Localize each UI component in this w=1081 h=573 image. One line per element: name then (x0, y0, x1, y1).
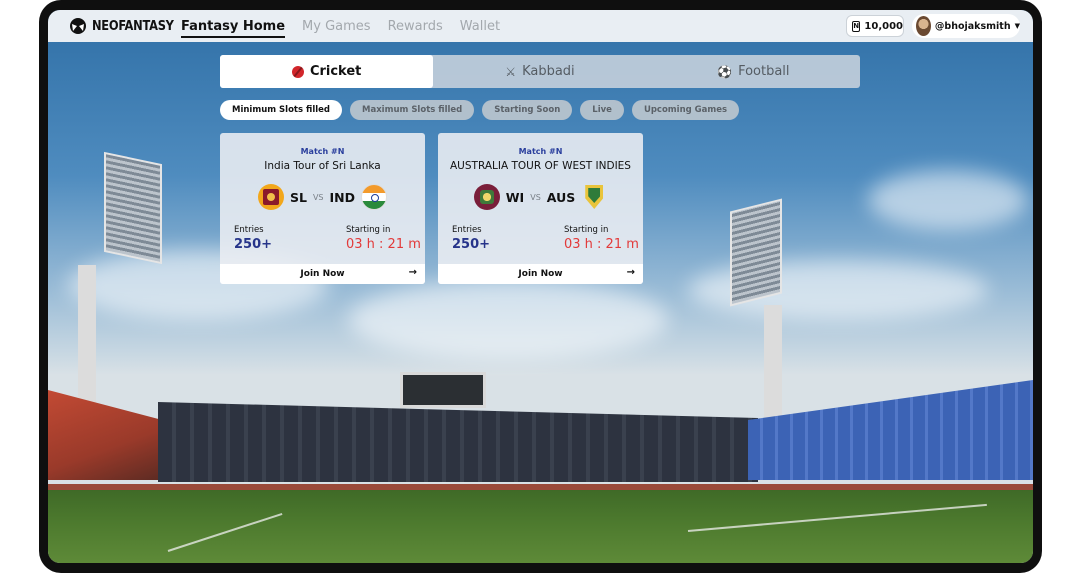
team2-code: IND (329, 189, 356, 205)
team2-code: AUS (546, 189, 576, 205)
match-number: Match #N (300, 147, 345, 156)
tab-kabbadi[interactable]: ⚔ Kabbadi (433, 55, 646, 88)
cricket-ball-icon (291, 65, 304, 78)
arrow-right-icon: → (408, 267, 417, 278)
starting-in-label: Starting in (564, 225, 609, 235)
filter-starting-soon[interactable]: Starting Soon (482, 100, 573, 120)
filter-chips: Minimum Slots filled Maximum Slots fille… (220, 100, 740, 120)
match-number: Match #N (518, 147, 563, 156)
floodlight-head (730, 198, 782, 307)
nav-my-games[interactable]: My Games (302, 19, 371, 34)
filter-upcoming-games[interactable]: Upcoming Games (631, 100, 740, 120)
sri-lanka-flag-icon (257, 184, 284, 210)
australia-shield-icon (581, 184, 607, 210)
entries-value: 250+ (452, 237, 491, 252)
india-flag-icon (361, 184, 388, 210)
avatar (916, 16, 931, 36)
join-now-label: Join Now (518, 269, 563, 279)
arrow-right-icon: → (626, 267, 635, 278)
scoreboard (400, 372, 486, 408)
tab-cricket[interactable]: Cricket (220, 55, 434, 88)
shield-shape (585, 185, 604, 209)
nav-rewards[interactable]: Rewards (388, 19, 443, 34)
countdown-timer: 03 h : 21 m (346, 237, 421, 252)
cloud (868, 170, 1028, 230)
top-navbar: NEOFANTASY Fantasy Home My Games Rewards… (48, 10, 1033, 42)
tab-football-label: Football (738, 64, 790, 79)
nav-wallet[interactable]: Wallet (460, 19, 500, 34)
user-menu[interactable]: @bhojaksmith ▼ (912, 14, 1020, 38)
floodlight-pole (78, 265, 96, 415)
match-title: AUSTRALIA TOUR OF WEST INDIES (450, 160, 631, 172)
kabaddi-player-icon: ⚔ (505, 64, 517, 79)
username: @bhojaksmith (934, 20, 1011, 32)
stand-right (748, 380, 1033, 480)
cloud (348, 280, 668, 360)
sport-tabs: Cricket ⚔ Kabbadi ⚽ Football (220, 55, 860, 88)
pitch-field (48, 490, 1033, 563)
match-title: India Tour of Sri Lanka (264, 160, 381, 172)
join-now-button[interactable]: Join Now → (220, 264, 425, 284)
tab-kabbadi-label: Kabbadi (522, 64, 575, 79)
countdown-timer: 03 h : 21 m (564, 237, 639, 252)
logo-mark-icon (70, 18, 86, 34)
chevron-down-icon: ▼ (1014, 22, 1020, 30)
tab-football[interactable]: ⚽ Football (647, 55, 860, 88)
starting-in-label: Starting in (346, 225, 391, 235)
football-icon: ⚽ (717, 64, 733, 79)
stand-left (48, 390, 168, 480)
match-teams: WI VS AUS (438, 184, 643, 210)
team1-code: SL (289, 189, 307, 205)
balance-value: 10,000 (864, 20, 903, 32)
nav-fantasy-home[interactable]: Fantasy Home (181, 19, 286, 38)
west-indies-flag-icon (473, 184, 500, 210)
brand-name: NEOFANTASY (92, 18, 174, 34)
vs-label: VS (312, 192, 324, 202)
floodlight-head (104, 151, 162, 265)
field-line (167, 512, 283, 552)
entries-label: Entries (452, 225, 482, 235)
app-screen: NEOFANTASY Fantasy Home My Games Rewards… (48, 10, 1033, 563)
stand-center (158, 402, 758, 482)
field-line (687, 503, 987, 532)
filter-maximum-slots[interactable]: Maximum Slots filled (350, 100, 475, 120)
main-nav: Fantasy Home My Games Rewards Wallet (181, 10, 500, 42)
join-now-label: Join Now (300, 269, 345, 279)
brand-logo[interactable]: NEOFANTASY (68, 17, 185, 35)
match-teams: SL VS IND (220, 184, 425, 210)
wallet-balance[interactable]: N 10,000 (846, 15, 904, 37)
match-card[interactable]: Match #N AUSTRALIA TOUR OF WEST INDIES W… (438, 133, 643, 284)
join-now-button[interactable]: Join Now → (438, 264, 643, 284)
entries-label: Entries (234, 225, 264, 235)
entries-value: 250+ (234, 237, 273, 252)
team1-code: WI (505, 189, 525, 205)
vs-label: VS (530, 192, 541, 202)
coin-icon: N (852, 20, 861, 32)
match-card[interactable]: Match #N India Tour of Sri Lanka SL VS I… (220, 133, 425, 284)
floodlight-pole (764, 305, 782, 430)
filter-live[interactable]: Live (580, 100, 624, 120)
tab-cricket-label: Cricket (309, 64, 362, 79)
filter-minimum-slots[interactable]: Minimum Slots filled (220, 100, 342, 120)
